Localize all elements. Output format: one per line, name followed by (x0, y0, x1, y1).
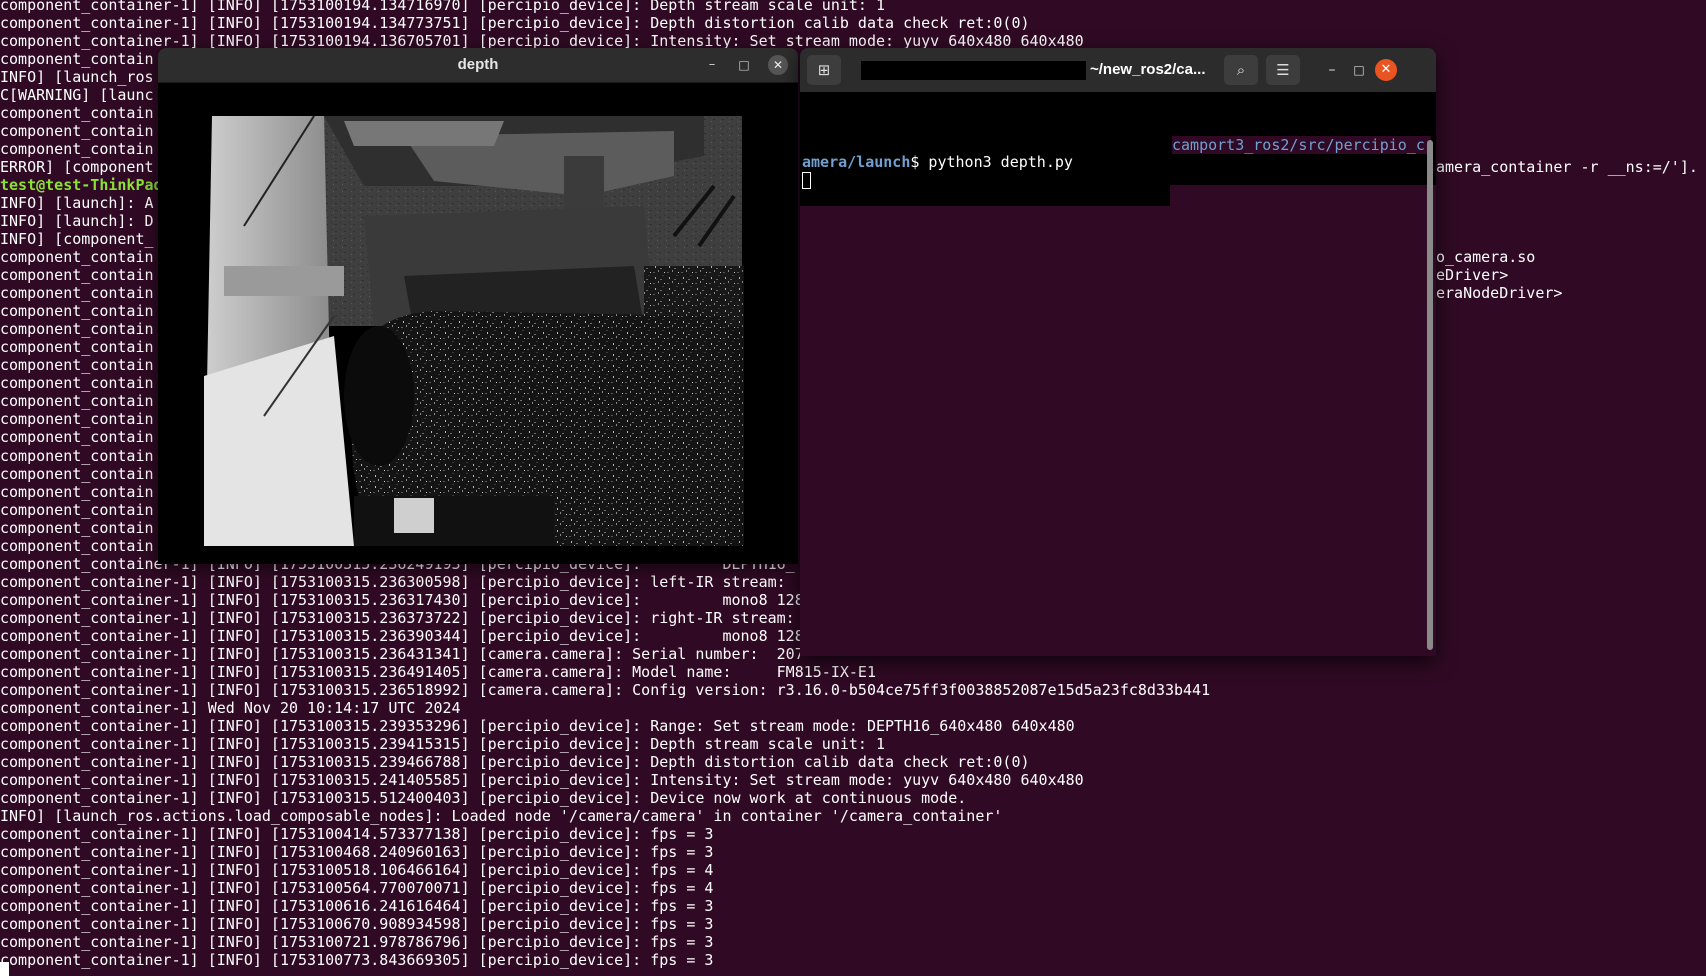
terminal-line: component_container-1] [INFO] [175310031… (0, 662, 876, 681)
new-tab-icon[interactable]: ⊞ (807, 55, 841, 85)
terminal-line: component_container-1] [INFO] [175310031… (0, 626, 804, 645)
terminal-title: ~/new_ros2/ca... (1090, 61, 1206, 78)
terminal-line: component_contain (0, 104, 154, 123)
terminal-scrollbar[interactable] (1427, 140, 1433, 650)
terminal-line: component_container-1] [INFO] [175310031… (0, 572, 786, 591)
terminal-line: component_contain (0, 284, 154, 303)
terminal-line: component_container-1] [INFO] [175310031… (0, 716, 1075, 735)
terminal-cursor (0, 962, 9, 976)
maximize-icon[interactable]: □ (734, 55, 754, 75)
terminal-line: component_container-1] [INFO] [175310031… (0, 644, 804, 663)
terminal-line-fragment: eDriver> (1436, 266, 1509, 284)
terminal-line: component_contain (0, 248, 154, 267)
prompt-command: $ python3 depth.py (910, 153, 1073, 171)
terminal-line: component_contain (0, 428, 154, 447)
close-icon[interactable]: ✕ (768, 55, 788, 75)
terminal-line: component_container-1] [INFO] [175310031… (0, 770, 1084, 789)
terminal-line: component_contain (0, 338, 154, 357)
terminal-line: component_container-1] [INFO] [175310077… (0, 951, 714, 970)
redacted-title-region (861, 61, 1086, 80)
terminal-line: component_container-1] [INFO] [175310031… (0, 680, 1211, 699)
search-icon[interactable]: ⌕ (1224, 55, 1258, 85)
terminal-line: INFO] [component_ (0, 230, 154, 249)
maximize-icon[interactable]: □ (1349, 60, 1369, 80)
terminal-line: component_contain (0, 320, 154, 339)
terminal-line: INFO] [launch]: D (0, 212, 154, 231)
terminal-line: component_contain (0, 410, 154, 429)
terminal-line: component_container-1] [INFO] [175310067… (0, 915, 714, 934)
terminal-line-fragment: amera_container -r __ns:=/']. (1436, 158, 1698, 176)
terminal-line: component_container-1] [INFO] [175310061… (0, 897, 714, 915)
minimize-icon[interactable]: – (702, 55, 722, 75)
terminal-line: component_contain (0, 518, 154, 537)
terminal-line: component_container-1] [INFO] [175310019… (0, 14, 1030, 33)
depth-window-titlebar[interactable]: depth – □ ✕ (158, 48, 798, 83)
terminal-line: component_container-1] [INFO] [175310031… (0, 734, 886, 753)
terminal-line: component_container-1] [INFO] [175310051… (0, 860, 714, 879)
minimize-icon[interactable]: – (1322, 60, 1342, 80)
terminal-line: C[WARNING] [launc (0, 86, 154, 105)
terminal-line-fragment: o_camera.so (1436, 248, 1536, 266)
terminal-line: component_contain (0, 302, 154, 321)
terminal-line: component_contain (0, 356, 154, 375)
terminal-path-line: camport3_ros2/src/percipio_c (1172, 136, 1431, 154)
terminal-line: component_contain (0, 536, 154, 555)
terminal-line: component_contain (0, 482, 154, 501)
terminal-line: component_contain (0, 446, 154, 465)
terminal-cursor (802, 172, 811, 189)
terminal-line: ERROR] [component (0, 158, 154, 177)
terminal-line-fragment: eraNodeDriver> (1436, 284, 1563, 302)
terminal-line: component_container-1] [INFO] [175310056… (0, 878, 714, 897)
terminal-titlebar[interactable]: ⊞ ~/new_ros2/ca... ⌕ ☰ – □ ✕ (800, 48, 1436, 92)
terminal-line: component_contain (0, 374, 154, 393)
terminal-line: component_container-1] [INFO] [175310031… (0, 608, 795, 627)
depth-window[interactable]: depth – □ ✕ (158, 48, 798, 564)
terminal-line: component_container-1] [INFO] [175310031… (0, 752, 1030, 771)
terminal-prompt: amera/launch$ python3 depth.py (802, 153, 1073, 171)
menu-icon[interactable]: ☰ (1266, 55, 1300, 85)
terminal-line: component_contain (0, 140, 154, 159)
terminal-line: test@test-ThinkPad (0, 176, 163, 195)
prompt-directory: amera/launch (802, 153, 911, 171)
close-icon[interactable]: ✕ (1375, 59, 1397, 81)
terminal-line: component_contain (0, 122, 154, 141)
terminal-line: INFO] [launch_ros (0, 68, 154, 87)
terminal-window[interactable]: ⊞ ~/new_ros2/ca... ⌕ ☰ – □ ✕ camport3_ro… (800, 48, 1436, 656)
terminal-line: component_contain (0, 50, 154, 69)
depth-image (204, 116, 750, 546)
terminal-line: INFO] [launch_ros.actions.load_composabl… (0, 806, 1003, 825)
terminal-line: component_container-1] [INFO] [175310031… (0, 788, 967, 807)
terminal-line: component_contain (0, 464, 154, 483)
terminal-line: component_contain (0, 266, 154, 285)
terminal-line: component_container-1] [INFO] [175310031… (0, 590, 804, 609)
terminal-line: component_container-1] [INFO] [175310019… (0, 0, 886, 14)
terminal-line: component_contain (0, 500, 154, 519)
redacted-output-region (800, 140, 1170, 206)
terminal-line: component_container-1] [INFO] [175310046… (0, 842, 714, 861)
terminal-line: component_contain (0, 392, 154, 411)
terminal-line: INFO] [launch]: A (0, 194, 154, 213)
terminal-line: component_container-1] Wed Nov 20 10:14:… (0, 698, 461, 717)
terminal-line: component_container-1] [INFO] [175310072… (0, 933, 714, 952)
terminal-line: component_container-1] [INFO] [175310041… (0, 824, 714, 843)
